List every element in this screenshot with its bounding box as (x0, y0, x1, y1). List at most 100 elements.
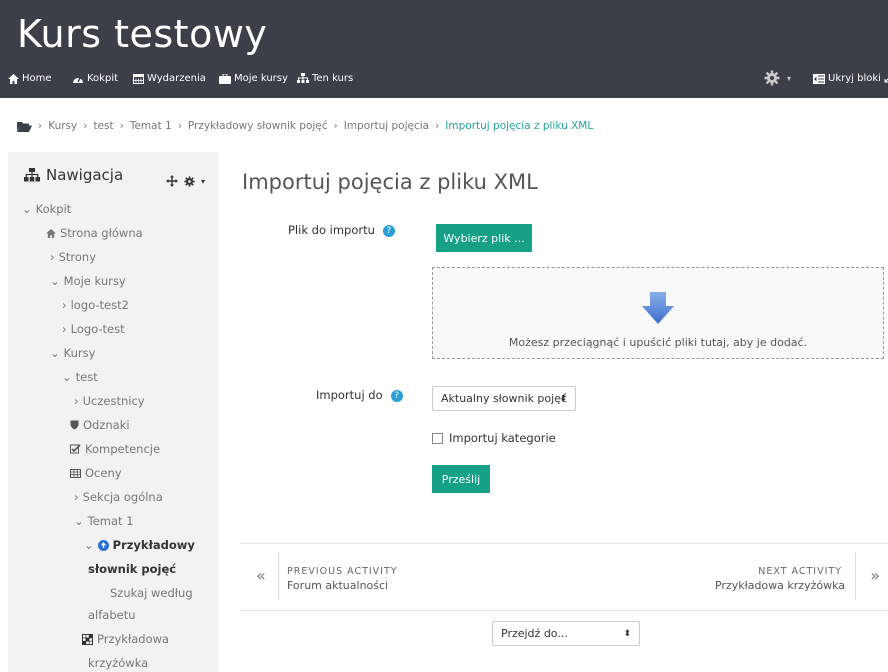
chevron-right-icon: › (74, 394, 79, 408)
sort-icon: ⬍ (559, 393, 567, 404)
chevron-right-icon: › (62, 322, 67, 336)
tree-item-strony[interactable]: › Strony (50, 250, 96, 264)
breadcrumb-item-import[interactable]: Importuj pojęcia (344, 120, 429, 132)
navigation-block: Nawigacja ▾ ⌄ Kokpit Strona główna › Stron… (8, 152, 218, 672)
tree-item-uczestnicy[interactable]: › Uczestnicy (74, 394, 145, 408)
tree-item-sekcja-ogolna[interactable]: › Sekcja ogólna (74, 490, 163, 504)
calendar-icon (133, 74, 144, 84)
tree-item-search-alpha-cont[interactable]: alfabetu (88, 608, 136, 622)
folder-open-icon[interactable] (17, 121, 32, 132)
tree-item-label: Logo-test (70, 322, 125, 336)
tree-item-strona-glowna[interactable]: Strona główna (46, 226, 143, 240)
import-categories-row: Importuj kategorie (432, 431, 556, 445)
hide-blocks-label: Ukryj bloki (828, 73, 881, 84)
import-categories-checkbox[interactable] (432, 432, 443, 444)
file-dropzone[interactable]: Możesz przeciągnąć i upuścić pliki tutaj… (432, 267, 884, 359)
breadcrumb-separator: › (435, 120, 440, 132)
chevron-down-icon: ⌄ (22, 202, 32, 216)
sort-icon: ⬍ (623, 628, 631, 639)
breadcrumb-item-glossary[interactable]: Przykładowy słownik pojęć (188, 120, 328, 132)
tree-item-label: Strona główna (60, 226, 143, 240)
move-icon[interactable] (166, 175, 178, 187)
sitemap-icon (24, 168, 40, 182)
breadcrumb: › Kursy › test › Temat 1 › Przykładowy s… (17, 120, 593, 132)
nav-wydarzenia-label: Wydarzenia (147, 73, 206, 84)
help-icon[interactable]: ? (382, 224, 395, 237)
tree-item-label: Przykładowy (112, 538, 195, 552)
gear-icon[interactable] (184, 175, 195, 187)
tree-item-kompetencje[interactable]: Kompetencje (70, 442, 160, 456)
tree-item-odznaki[interactable]: Odznaki (70, 418, 130, 432)
check-square-icon (70, 444, 81, 454)
import-to-select[interactable]: Aktualny słownik pojęć ⬍ (432, 386, 576, 411)
breadcrumb-separator: › (83, 120, 88, 132)
breadcrumb-current[interactable]: Importuj pojęcia z pliku XML (445, 120, 593, 132)
tree-item-kursy[interactable]: ⌄ Kursy (50, 346, 95, 360)
tree-item-label: test (75, 370, 98, 384)
tree-item-crossword-cont[interactable]: krzyżówka (88, 656, 148, 670)
breadcrumb-separator: › (177, 120, 182, 132)
import-categories-label[interactable]: Importuj kategorie (449, 431, 556, 445)
tree-item-glossary-cont[interactable]: słownik pojęć (88, 562, 176, 576)
chevron-down-icon: ▾ (787, 73, 792, 83)
tree-item-label: alfabetu (88, 608, 136, 622)
nav-ten-kurs-label: Ten kurs (312, 73, 354, 84)
chevron-down-icon: ⌄ (74, 514, 84, 528)
dropzone-text: Możesz przeciągnąć i upuścić pliki tutaj… (508, 336, 808, 349)
breadcrumb-item-kursy[interactable]: Kursy (48, 120, 77, 132)
tree-item-crossword[interactable]: Przykładowa (82, 632, 169, 646)
site-header: Kurs testowy Home Kokpit Wydarzenia Moje… (0, 0, 888, 98)
import-to-select-value: Aktualny słownik pojęć (441, 392, 568, 405)
site-title[interactable]: Kurs testowy (17, 12, 267, 56)
tree-item-kokpit[interactable]: ⌄ Kokpit (22, 202, 71, 216)
nav-moje-kursy[interactable]: Moje kursy (219, 73, 288, 84)
expand-icon (884, 75, 888, 82)
arrow-down-icon (642, 292, 674, 324)
nav-ten-kurs[interactable]: Ten kurs (297, 73, 353, 84)
tree-item-moje-kursy[interactable]: ⌄ Moje kursy (50, 274, 126, 288)
tree-item-search-alpha[interactable]: Szukaj według (110, 586, 193, 600)
navigation-title-text: Nawigacja (46, 166, 124, 184)
tree-item-logo-test[interactable]: › Logo-test (62, 322, 125, 336)
hide-blocks-button[interactable]: Ukryj bloki (813, 73, 888, 84)
tree-item-label: Temat 1 (87, 514, 134, 528)
tree-item-temat-1[interactable]: ⌄ Temat 1 (74, 514, 134, 528)
tree-item-logo-test2[interactable]: › logo-test2 (62, 298, 129, 312)
chevron-down-icon: ⌄ (62, 370, 72, 384)
nav-moje-kursy-label: Moje kursy (234, 73, 288, 84)
nav-home[interactable]: Home (8, 73, 52, 84)
nav-kokpit[interactable]: Kokpit (72, 73, 118, 84)
tree-item-label: Odznaki (83, 418, 130, 432)
chevron-right-icon: › (74, 490, 79, 504)
chevron-down-icon: ⌄ (84, 538, 94, 552)
jump-to-select[interactable]: Przejdź do... ⬍ (492, 621, 640, 646)
table-icon (70, 468, 81, 478)
nav-wydarzenia[interactable]: Wydarzenia (133, 73, 206, 84)
double-chevron-right-icon[interactable]: » (870, 566, 880, 585)
next-activity-label: NEXT ACTIVITY (758, 566, 842, 577)
home-icon (8, 73, 19, 84)
help-icon[interactable]: ? (390, 389, 403, 402)
breadcrumb-item-temat-1[interactable]: Temat 1 (130, 120, 172, 132)
nav-home-label: Home (22, 73, 52, 84)
tree-item-label: Przykładowa (97, 632, 170, 646)
file-import-label-text: Plik do importu (288, 223, 375, 237)
breadcrumb-item-test[interactable]: test (93, 120, 113, 132)
next-activity-link[interactable]: Przykładowa krzyżówka (715, 579, 845, 592)
tree-item-oceny[interactable]: Oceny (70, 466, 122, 480)
chevron-down-icon[interactable]: ▾ (201, 177, 205, 186)
tree-item-label: Oceny (85, 466, 122, 480)
breadcrumb-separator: › (119, 120, 124, 132)
briefcase-icon (219, 73, 231, 84)
tree-item-label: Sekcja ogólna (82, 490, 163, 504)
sitemap-icon (297, 73, 309, 83)
choose-file-button[interactable]: Wybierz plik ... (436, 224, 532, 252)
settings-menu[interactable]: ▾ (764, 70, 791, 86)
nav-kokpit-label: Kokpit (87, 73, 119, 84)
double-chevron-left-icon[interactable]: « (256, 566, 266, 585)
submit-button[interactable]: Prześlij (432, 465, 490, 493)
tree-item-glossary[interactable]: ⌄ Przykładowy (84, 538, 195, 552)
tree-item-test[interactable]: ⌄ test (62, 370, 98, 384)
divider (278, 552, 279, 600)
previous-activity-link[interactable]: Forum aktualności (287, 579, 388, 592)
